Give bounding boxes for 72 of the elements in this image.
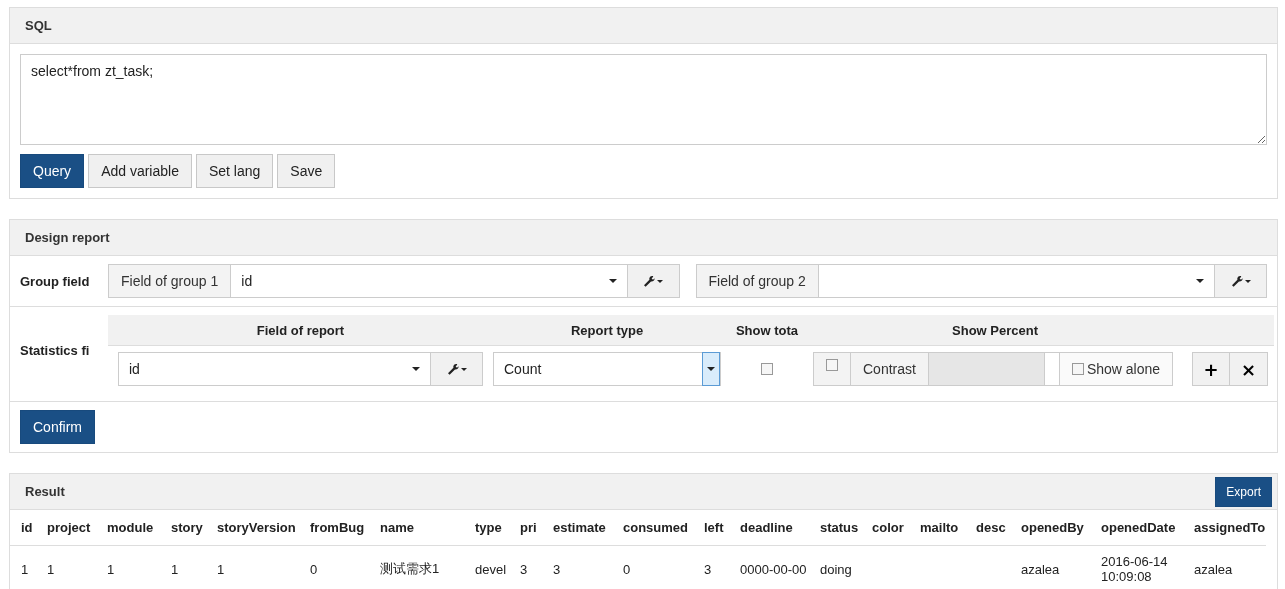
- column-header: id: [21, 520, 33, 535]
- wrench-icon: [1229, 274, 1252, 288]
- table-cell: doing: [820, 561, 852, 577]
- statistics-field-label: Statistics fi: [20, 343, 91, 358]
- checkbox[interactable]: [761, 363, 773, 375]
- table-cell: azalea: [1021, 561, 1060, 577]
- group-field-label: Group field: [20, 273, 91, 289]
- column-header: type: [475, 520, 502, 535]
- table-cell: devel: [475, 561, 507, 577]
- show-alone-label: Show alone: [1086, 361, 1161, 377]
- group-label: Field of group 2: [695, 264, 819, 298]
- group-select[interactable]: id: [231, 264, 628, 298]
- wrench-icon: [445, 362, 468, 376]
- panel-title: Design report: [25, 230, 110, 245]
- table-cell: 1: [171, 561, 179, 577]
- toolbar-button[interactable]: Query: [20, 154, 85, 188]
- column-header: color: [872, 520, 904, 535]
- table-cell: 测试需求1: [380, 560, 440, 578]
- column-header: consumed: [623, 520, 688, 535]
- table-cell: 1: [107, 561, 115, 577]
- table-cell: 0: [310, 561, 318, 577]
- column-header: status: [820, 520, 859, 535]
- column-header: name: [380, 520, 414, 535]
- add-button[interactable]: +: [1192, 352, 1230, 386]
- table-cell: 1: [217, 561, 225, 577]
- column-header: fromBug: [310, 520, 365, 535]
- confirm-button[interactable]: Confirm: [20, 410, 95, 444]
- wrench-dropdown-button[interactable]: [627, 264, 680, 298]
- toolbar-button[interactable]: Add variable: [88, 154, 192, 188]
- column-header: estimate: [553, 520, 606, 535]
- panel-title: SQL: [25, 18, 52, 33]
- column-header: pri: [520, 520, 537, 535]
- column-header: Show tota: [734, 322, 800, 338]
- table-cell: 3: [520, 561, 528, 577]
- checkbox[interactable]: [826, 359, 838, 371]
- group-label: Field of group 1: [108, 264, 232, 298]
- column-header: Field of report: [255, 322, 346, 338]
- column-header: desc: [976, 520, 1006, 535]
- toolbar-button[interactable]: Set lang: [195, 154, 274, 188]
- export-button[interactable]: Export: [1215, 476, 1272, 507]
- wrench-dropdown-button[interactable]: [431, 352, 483, 386]
- table-cell: 1: [47, 561, 55, 577]
- table-cell: azalea: [1194, 561, 1233, 577]
- panel-title: Result: [25, 484, 65, 499]
- remove-button[interactable]: ×: [1230, 352, 1268, 386]
- column-header: openedDate: [1101, 520, 1176, 535]
- column-header: assignedTo: [1194, 520, 1266, 535]
- column-header: story: [171, 520, 203, 535]
- report-type-select[interactable]: Count: [493, 352, 721, 386]
- column-header: openedBy: [1021, 520, 1084, 535]
- column-header: deadline: [740, 520, 793, 535]
- sql-input[interactable]: select*from zt_task;: [20, 54, 1267, 145]
- column-header: project: [47, 520, 91, 535]
- column-header: left: [704, 520, 724, 535]
- field-select[interactable]: id: [118, 352, 431, 386]
- contrast-select[interactable]: [928, 352, 1060, 386]
- table-cell: 0: [623, 561, 631, 577]
- column-header: module: [107, 520, 154, 535]
- table-cell: 0000-00-00: [740, 561, 807, 577]
- checkbox[interactable]: [1071, 363, 1084, 375]
- wrench-dropdown-button[interactable]: [1215, 264, 1267, 298]
- table-cell: 1: [21, 561, 29, 577]
- table-cell-text: 2016-06-14 10:09:08: [1101, 554, 1169, 584]
- column-header: mailto: [920, 520, 959, 535]
- contrast-label: Contrast: [851, 352, 929, 386]
- column-header: Report type: [569, 322, 645, 338]
- column-header: Show Percent: [951, 322, 1039, 338]
- table-cell: 3: [553, 561, 561, 577]
- column-header: storyVersion: [217, 520, 296, 535]
- wrench-icon: [642, 274, 664, 288]
- toolbar-button[interactable]: Save: [277, 154, 336, 188]
- table-cell: 3: [704, 561, 712, 577]
